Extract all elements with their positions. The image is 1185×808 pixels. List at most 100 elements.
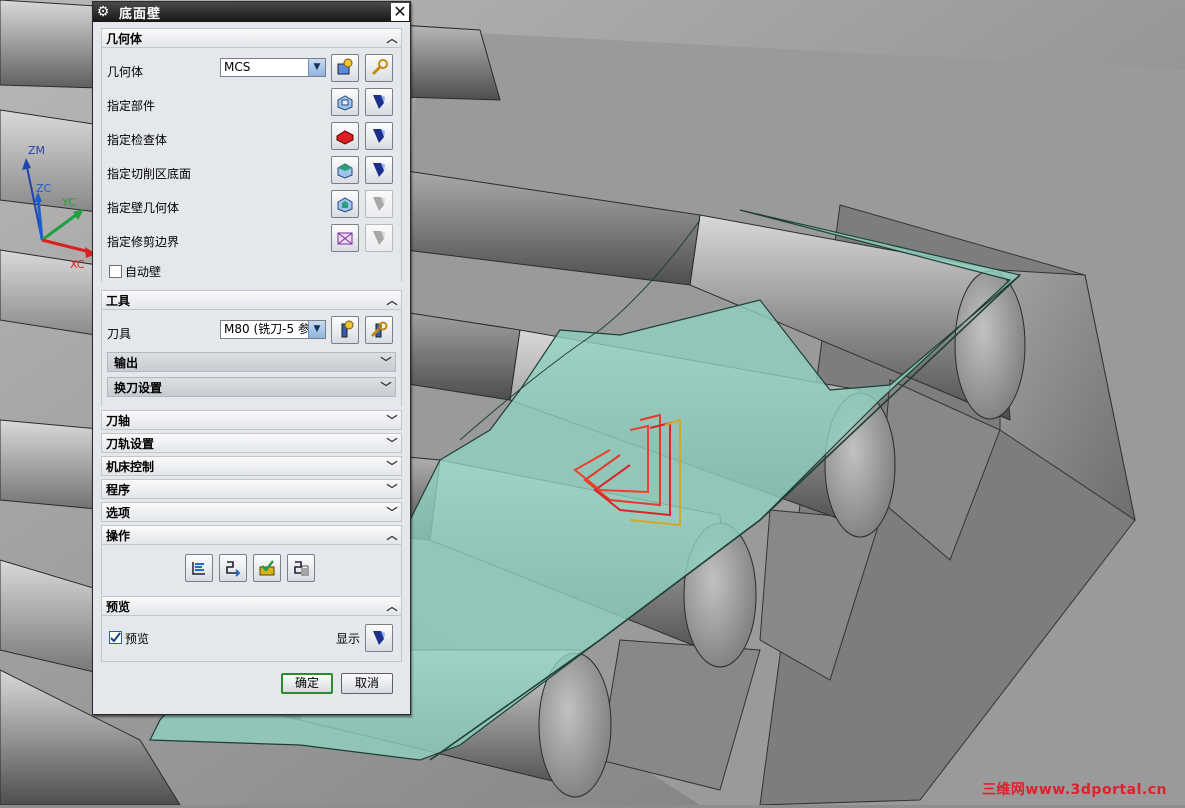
part-icon (337, 95, 353, 111)
floor-icon (337, 163, 353, 179)
watermark: 三维网www.3dportal.cn (981, 782, 1167, 798)
row-geometry: 几何体 MCS ▼ (101, 54, 402, 86)
flashlight-icon (373, 95, 385, 109)
preview-checkbox[interactable] (109, 631, 122, 644)
floor-wall-dialog: ⚙ 底面壁 ✕ 几何体 ︿ 几何体 MCS ▼ 指定部件 指定检查体 指定切削区… (92, 1, 411, 715)
section-tool-axis-label: 刀轴 (106, 413, 131, 428)
generate-icon (192, 562, 205, 575)
replay-button[interactable] (219, 554, 247, 582)
chevron-down-icon[interactable]: ▼ (308, 59, 325, 76)
section-options[interactable]: 选项 ﹀ (101, 502, 402, 522)
chevron-down-icon[interactable]: ﹀ (377, 354, 395, 370)
replay-icon (226, 561, 241, 577)
wrench-icon (371, 59, 388, 76)
section-actions[interactable]: 操作 ︿ (101, 525, 402, 545)
ok-button[interactable]: 确定 (281, 673, 333, 694)
new-geometry-icon (337, 58, 353, 75)
new-tool-button[interactable] (331, 316, 359, 344)
row-tool: 刀具 M80 (铣刀-5 参 ▼ (101, 316, 402, 348)
axis-label-zm: ZM (28, 144, 46, 157)
chevron-down-icon[interactable]: ﹀ (383, 458, 401, 474)
specify-check-label: 指定检查体 (107, 133, 168, 147)
edit-tool-button[interactable] (365, 316, 393, 344)
chevron-down-icon[interactable]: ﹀ (377, 379, 395, 395)
flashlight-icon (373, 129, 385, 143)
section-tool[interactable]: 工具 ︿ (101, 290, 402, 310)
section-tool-label: 工具 (106, 293, 131, 308)
section-preview[interactable]: 预览 ︿ (101, 596, 402, 616)
select-part-button[interactable] (331, 88, 359, 116)
flashlight-icon (373, 631, 385, 645)
list-button[interactable] (287, 554, 315, 582)
preview-label: 预览 (125, 632, 150, 646)
geometry-select[interactable]: MCS ▼ (220, 58, 326, 77)
chevron-down-icon[interactable]: ﹀ (383, 412, 401, 428)
edit-tool-icon (370, 321, 388, 338)
display-trim-button[interactable] (365, 224, 393, 252)
display-wall-button[interactable] (365, 190, 393, 218)
chevron-down-icon[interactable]: ﹀ (383, 504, 401, 520)
display-check-button[interactable] (365, 122, 393, 150)
select-wall-button[interactable] (331, 190, 359, 218)
section-program-label: 程序 (106, 482, 131, 497)
axis-label-xc: XC (70, 258, 85, 271)
section-options-label: 选项 (106, 505, 131, 520)
select-floor-button[interactable] (331, 156, 359, 184)
row-specify-trim: 指定修剪边界 (101, 224, 402, 256)
chevron-up-icon[interactable]: ︿ (383, 598, 401, 614)
chevron-down-icon[interactable]: ▼ (308, 321, 325, 338)
generate-button[interactable] (185, 554, 213, 582)
verify-icon (259, 560, 275, 576)
check-body-icon (336, 130, 354, 145)
verify-button[interactable] (253, 554, 281, 582)
chevron-down-icon[interactable]: ﹀ (383, 481, 401, 497)
select-check-button[interactable] (331, 122, 359, 150)
subsection-tool-change-label: 换刀设置 (114, 380, 163, 395)
chevron-up-icon[interactable]: ︿ (383, 527, 401, 543)
display-floor-button[interactable] (365, 156, 393, 184)
section-geometry[interactable]: 几何体 ︿ (101, 28, 402, 48)
dialog-titlebar[interactable]: ⚙ 底面壁 ✕ (93, 2, 410, 22)
auto-wall-label: 自动壁 (125, 265, 162, 279)
show-label: 显示 (336, 632, 361, 646)
section-preview-label: 预览 (106, 599, 131, 614)
show-preview-button[interactable] (365, 624, 393, 652)
subsection-tool-change[interactable]: 换刀设置 ﹀ (107, 377, 396, 397)
display-part-button[interactable] (365, 88, 393, 116)
cancel-button[interactable]: 取消 (341, 673, 393, 694)
wall-icon (337, 197, 353, 213)
axis-label-zc: ZC (36, 182, 52, 195)
axis-label-yc: YC (62, 196, 76, 209)
chevron-down-icon[interactable]: ﹀ (383, 435, 401, 451)
row-specify-part: 指定部件 (101, 88, 402, 120)
tool-label: 刀具 (107, 327, 132, 341)
auto-wall-checkbox[interactable] (109, 265, 122, 278)
section-program[interactable]: 程序 ﹀ (101, 479, 402, 499)
tool-select-value: M80 (铣刀-5 参 (224, 322, 310, 336)
row-specify-wall: 指定壁几何体 (101, 190, 402, 222)
geometry-label: 几何体 (107, 65, 144, 79)
gear-icon[interactable]: ⚙ (93, 4, 113, 20)
chevron-up-icon[interactable]: ︿ (383, 30, 401, 46)
section-path-settings[interactable]: 刀轨设置 ﹀ (101, 433, 402, 453)
section-tool-axis[interactable]: 刀轴 ﹀ (101, 410, 402, 430)
subsection-output[interactable]: 输出 ﹀ (107, 352, 396, 372)
specify-part-label: 指定部件 (107, 99, 156, 113)
new-tool-icon (341, 320, 354, 338)
new-geometry-button[interactable] (331, 54, 359, 82)
section-actions-label: 操作 (106, 528, 131, 543)
close-icon[interactable]: ✕ (391, 3, 409, 21)
chevron-up-icon[interactable]: ︿ (383, 292, 401, 308)
specify-wall-label: 指定壁几何体 (107, 201, 180, 215)
list-icon (294, 561, 309, 576)
tool-select[interactable]: M80 (铣刀-5 参 ▼ (220, 320, 326, 339)
edit-geometry-button[interactable] (365, 54, 393, 82)
actions-panel (101, 545, 402, 595)
section-path-settings-label: 刀轨设置 (106, 436, 155, 451)
geometry-select-value: MCS (224, 60, 251, 74)
select-trim-button[interactable] (331, 224, 359, 252)
section-machine-control[interactable]: 机床控制 ﹀ (101, 456, 402, 476)
row-specify-floor: 指定切削区底面 (101, 156, 402, 188)
flashlight-disabled-icon (373, 231, 385, 245)
flashlight-disabled-icon (373, 197, 385, 211)
